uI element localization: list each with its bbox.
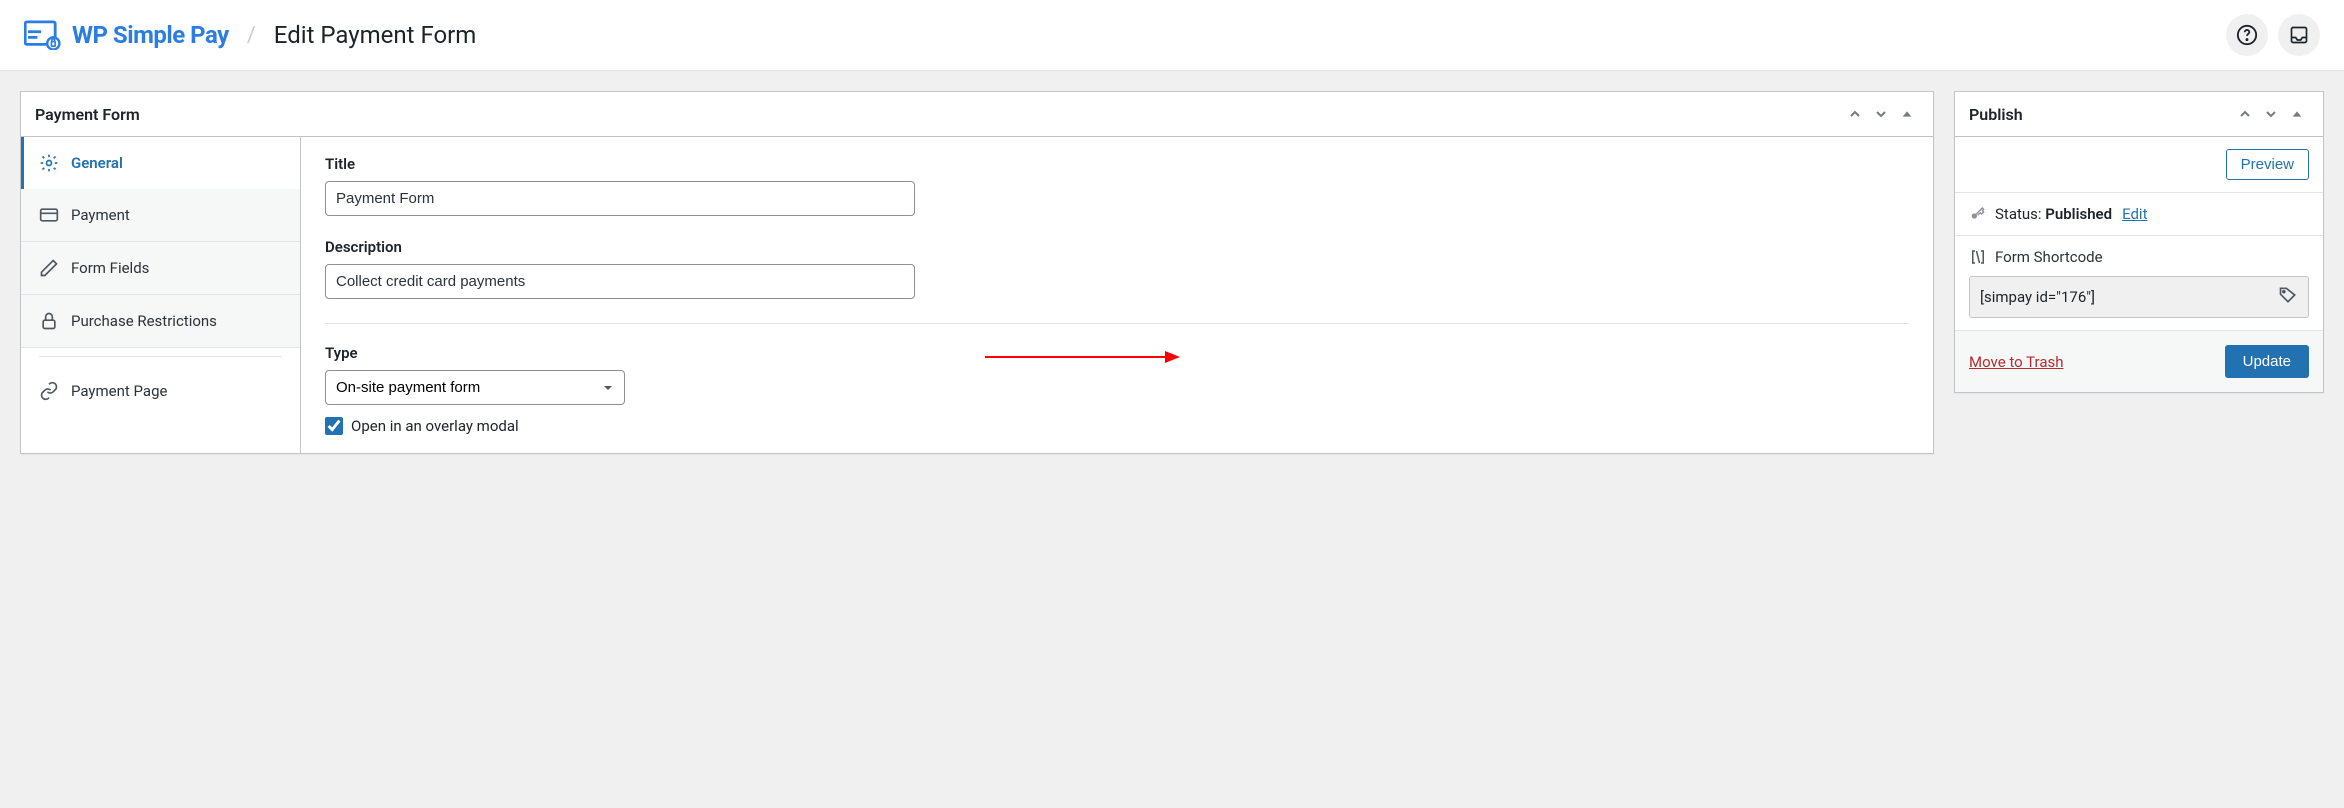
move-down-button[interactable]: [2259, 102, 2283, 126]
shortcode-label: Form Shortcode: [1995, 248, 2103, 266]
page-title: Edit Payment Form: [274, 21, 477, 49]
tab-label: Payment Page: [71, 382, 167, 400]
tag-icon: [2278, 285, 2298, 305]
tab-content-general: Title Description Type On-site payment f…: [301, 137, 1933, 453]
publish-postbox: Publish Preview Status: Published Edit: [1954, 91, 2324, 393]
move-to-trash-link[interactable]: Move to Trash: [1969, 353, 2063, 371]
tab-label: Purchase Restrictions: [71, 312, 217, 330]
type-select[interactable]: On-site payment form: [325, 370, 625, 405]
inbox-button[interactable]: [2278, 14, 2320, 56]
triangle-up-icon: [1900, 107, 1914, 121]
toggle-panel-button[interactable]: [1895, 102, 1919, 126]
tab-label: Form Fields: [71, 259, 149, 277]
chevron-up-icon: [2237, 106, 2253, 122]
lock-icon: [39, 311, 59, 331]
logo-area: WP Simple Pay: [24, 20, 229, 50]
help-icon: [2236, 24, 2258, 46]
link-icon: [39, 381, 59, 401]
tab-label: General: [71, 154, 123, 172]
tab-general[interactable]: General: [21, 137, 300, 189]
description-input[interactable]: [325, 264, 915, 299]
inbox-icon: [2289, 25, 2309, 45]
title-label: Title: [325, 155, 1909, 173]
type-label: Type: [325, 344, 1909, 362]
move-up-button[interactable]: [1843, 102, 1867, 126]
shortcode-icon: [1969, 248, 1987, 266]
overlay-checkbox[interactable]: [325, 417, 343, 435]
key-icon: [1969, 206, 1985, 222]
gear-icon: [39, 153, 59, 173]
copy-shortcode-button[interactable]: [2278, 285, 2298, 309]
card-icon: [39, 205, 59, 225]
toggle-panel-button[interactable]: [2285, 102, 2309, 126]
field-divider: [325, 323, 1909, 324]
preview-button[interactable]: Preview: [2226, 149, 2309, 180]
description-label: Description: [325, 238, 1909, 256]
edit-status-link[interactable]: Edit: [2122, 205, 2147, 223]
update-button[interactable]: Update: [2225, 345, 2309, 378]
tab-purchase-restrictions[interactable]: Purchase Restrictions: [21, 295, 300, 348]
settings-tabs: General Payment Form Fields Purchase Res…: [21, 137, 301, 453]
header-actions: [2226, 14, 2320, 56]
chevron-down-icon: [2263, 106, 2279, 122]
tab-label: Payment: [71, 206, 130, 224]
publish-title: Publish: [1969, 105, 2233, 124]
admin-header: WP Simple Pay / Edit Payment Form: [0, 0, 2344, 71]
breadcrumb-separator: /: [247, 23, 256, 48]
shortcode-value: [simpay id="176"]: [1980, 288, 2270, 306]
wp-simple-pay-logo-icon: [24, 20, 62, 50]
publish-header: Publish: [1955, 92, 2323, 137]
status-text: Status: Published: [1995, 205, 2112, 223]
tab-separator: [39, 356, 282, 357]
edit-icon: [39, 258, 59, 278]
tab-payment[interactable]: Payment: [21, 189, 300, 242]
tab-payment-page[interactable]: Payment Page: [21, 365, 300, 417]
move-down-button[interactable]: [1869, 102, 1893, 126]
help-button[interactable]: [2226, 14, 2268, 56]
move-up-button[interactable]: [2233, 102, 2257, 126]
postbox-title: Payment Form: [35, 105, 1843, 124]
chevron-up-icon: [1847, 106, 1863, 122]
tab-form-fields[interactable]: Form Fields: [21, 242, 300, 295]
handle-actions: [1843, 102, 1919, 126]
triangle-up-icon: [2290, 107, 2304, 121]
overlay-label: Open in an overlay modal: [351, 417, 519, 435]
shortcode-box: [simpay id="176"]: [1969, 276, 2309, 318]
postbox-header: Payment Form: [21, 92, 1933, 137]
shortcode-section: Form Shortcode [simpay id="176"]: [1955, 236, 2323, 331]
chevron-down-icon: [1873, 106, 1889, 122]
logo-text: WP Simple Pay: [72, 21, 229, 49]
title-input[interactable]: [325, 181, 915, 216]
payment-form-postbox: Payment Form General Payment: [20, 91, 1934, 454]
